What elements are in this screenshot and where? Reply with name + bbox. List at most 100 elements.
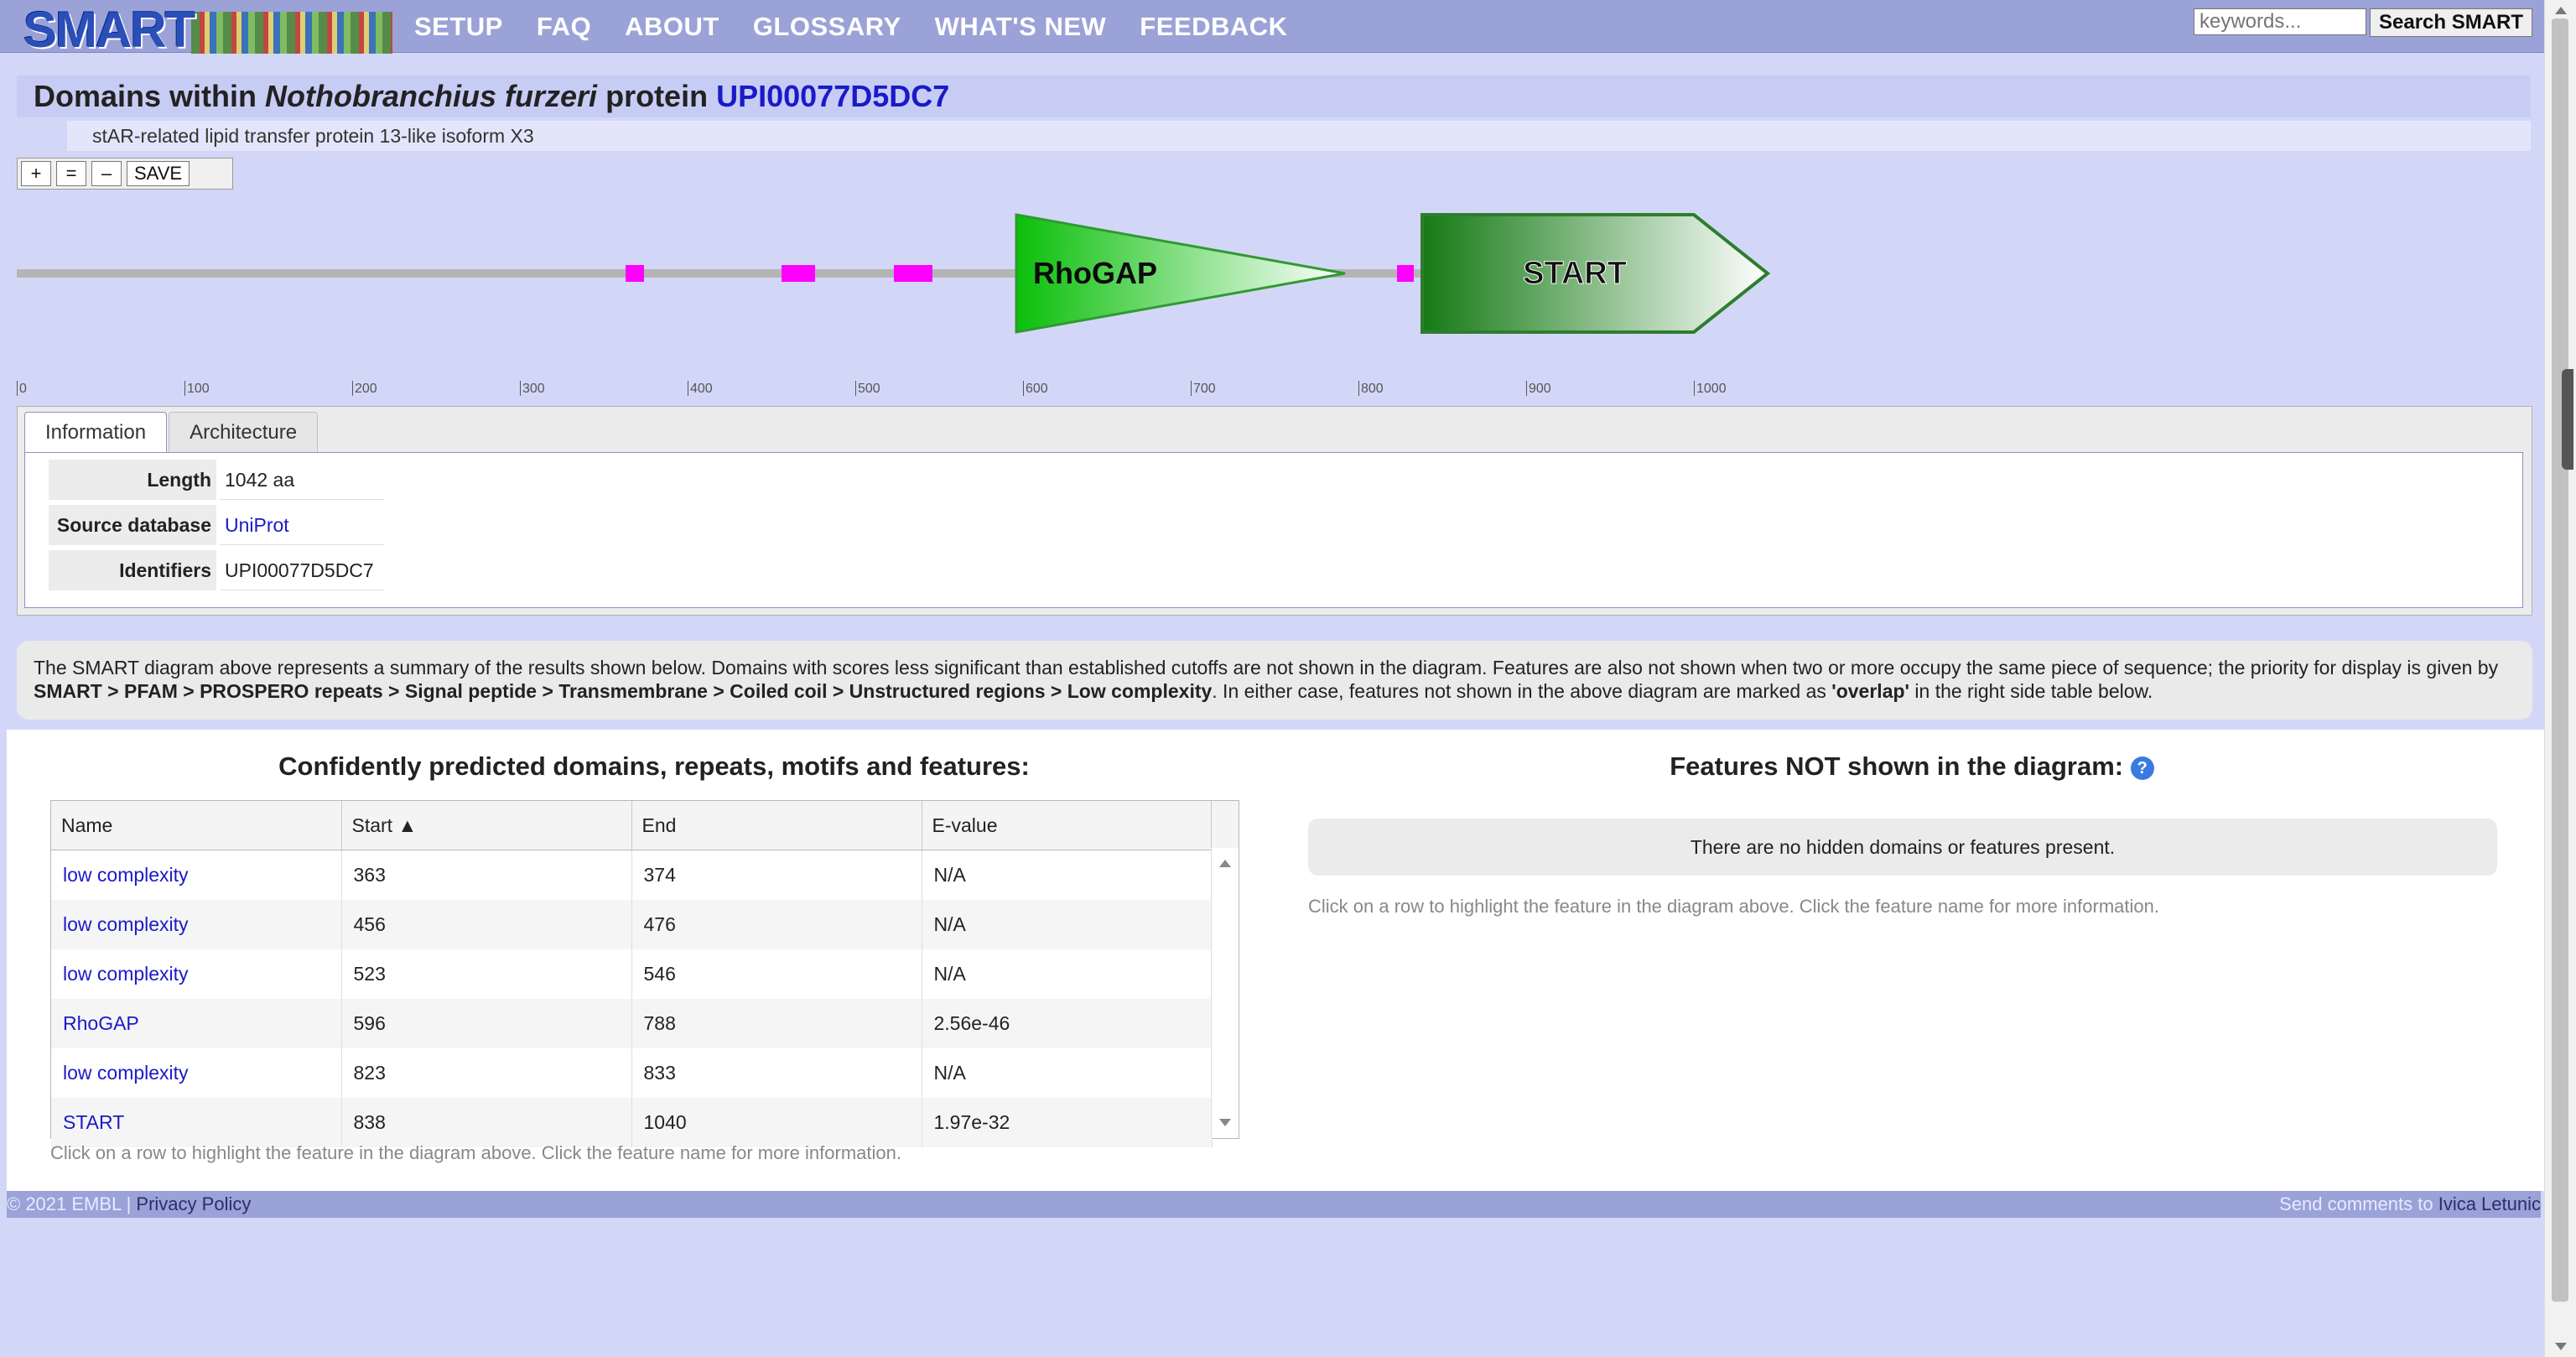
feature-name-link[interactable]: low complexity: [63, 1062, 189, 1084]
feature-end-cell: 1040: [631, 1098, 922, 1147]
protein-description: stAR-related lipid transfer protein 13-l…: [92, 125, 534, 147]
scale-tick-label: 0: [17, 381, 27, 396]
low-complexity-region[interactable]: [626, 265, 644, 282]
scale-tick-label: 200: [352, 381, 377, 396]
privacy-policy-link[interactable]: Privacy Policy: [136, 1193, 251, 1214]
logo-mosaic-image: [191, 12, 392, 54]
table-row[interactable]: low complexity 363 374 N/A: [51, 850, 1213, 900]
scale-tick-label: 100: [184, 381, 210, 396]
save-diagram-button[interactable]: SAVE: [127, 161, 190, 186]
feature-start-cell: 363: [341, 850, 632, 900]
side-widget-tab[interactable]: [2562, 369, 2573, 470]
scroll-up-arrow-icon[interactable]: [2555, 7, 2567, 14]
scroll-down-arrow-icon[interactable]: [2555, 1343, 2567, 1350]
scale-tick-label: 1000: [1694, 381, 1727, 396]
info-panel: Information Architecture Length 1042 aa …: [17, 406, 2532, 616]
zoom-reset-button[interactable]: =: [56, 161, 86, 186]
author-link[interactable]: Ivica Letunic: [2438, 1193, 2541, 1214]
footer-left: © 2021 EMBL | Privacy Policy: [7, 1193, 252, 1214]
note-text-3: in the right side table below.: [1909, 680, 2153, 702]
scale-tick-label: 600: [1023, 381, 1048, 396]
feature-name-cell: low complexity: [51, 949, 342, 999]
feature-start-cell: 823: [341, 1048, 632, 1098]
source-database-value: UniProt: [220, 505, 384, 545]
search-input[interactable]: [2194, 8, 2366, 35]
zoom-out-button[interactable]: –: [91, 161, 122, 186]
feature-start-cell: 596: [341, 999, 632, 1048]
smart-logo[interactable]: SMART: [23, 2, 392, 58]
feature-evalue-cell: N/A: [922, 1048, 1213, 1098]
rhogap-domain-label[interactable]: RhoGAP: [1033, 256, 1157, 290]
table-scroll-up-icon[interactable]: [1219, 860, 1231, 867]
domain-diagram-svg: RhoGAP START: [17, 213, 1771, 334]
column-header-evalue[interactable]: E-value: [922, 801, 1213, 850]
feature-end-cell: 788: [631, 999, 922, 1048]
feature-name-link[interactable]: low complexity: [63, 963, 189, 985]
comments-prefix: Send comments to: [2279, 1193, 2433, 1214]
top-navigation-bar: SMART SETUP FAQ ABOUT GLOSSARY WHAT'S NE…: [0, 0, 2544, 58]
identifiers-label: Identifiers: [49, 550, 216, 590]
table-row[interactable]: START 838 1040 1.97e-32: [51, 1098, 1213, 1147]
nav-setup[interactable]: SETUP: [414, 12, 503, 42]
note-priority: SMART > PFAM > PROSPERO repeats > Signal…: [34, 680, 1213, 702]
nav-glossary[interactable]: GLOSSARY: [753, 12, 901, 42]
help-icon[interactable]: ?: [2130, 756, 2154, 780]
scrollbar-thumb[interactable]: [2552, 18, 2568, 1302]
nav-whats-new[interactable]: WHAT'S NEW: [935, 12, 1107, 42]
feature-name-cell: RhoGAP: [51, 999, 342, 1048]
start-domain-label[interactable]: START: [1523, 256, 1628, 292]
nav-about[interactable]: ABOUT: [625, 12, 719, 42]
table-row[interactable]: low complexity 523 546 N/A: [51, 949, 1213, 999]
identifiers-value: UPI00077D5DC7: [220, 550, 384, 590]
low-complexity-region[interactable]: [894, 265, 932, 282]
column-header-name[interactable]: Name: [51, 801, 342, 850]
column-header-start[interactable]: Start ▲: [341, 801, 632, 850]
information-tab-content: Length 1042 aa Source database UniProt I…: [24, 452, 2523, 608]
feature-name-link[interactable]: RhoGAP: [63, 1012, 139, 1034]
features-table: Name Start ▲ End E-value low complexity …: [51, 801, 1213, 1147]
identifiers-row: Identifiers UPI00077D5DC7: [49, 550, 384, 590]
feature-name-link[interactable]: low complexity: [63, 864, 189, 886]
low-complexity-region[interactable]: [782, 265, 815, 282]
feature-name-link[interactable]: low complexity: [63, 913, 189, 935]
table-header-row: Name Start ▲ End E-value: [51, 801, 1213, 850]
scale-tick-label: 800: [1358, 381, 1384, 396]
logo-text: SMART: [23, 2, 195, 58]
page-scrollbar[interactable]: [2544, 0, 2576, 1357]
zoom-in-button[interactable]: +: [21, 161, 51, 186]
title-middle: protein: [605, 79, 709, 113]
table-row[interactable]: low complexity 823 833 N/A: [51, 1048, 1213, 1098]
feature-end-cell: 476: [631, 900, 922, 949]
scale-tick-label: 300: [520, 381, 545, 396]
table-hint: Click on a row to highlight the feature …: [50, 1142, 901, 1163]
scale-tick-label: 500: [855, 381, 880, 396]
copyright-text: © 2021 EMBL: [7, 1193, 122, 1214]
table-row[interactable]: RhoGAP 596 788 2.56e-46: [51, 999, 1213, 1048]
column-header-end[interactable]: End: [631, 801, 922, 850]
protein-id-link[interactable]: UPI00077D5DC7: [716, 79, 949, 113]
feature-start-cell: 523: [341, 949, 632, 999]
feature-name-link[interactable]: START: [63, 1111, 124, 1133]
feature-evalue-cell: N/A: [922, 949, 1213, 999]
no-hidden-features-message: There are no hidden domains or features …: [1308, 819, 2497, 876]
scale-tick-label: 400: [688, 381, 713, 396]
feature-name-cell: START: [51, 1098, 342, 1147]
table-scrollbar[interactable]: [1211, 848, 1239, 1138]
search-form: Search SMART: [2194, 8, 2533, 37]
search-button[interactable]: Search SMART: [2370, 8, 2533, 37]
uniprot-link[interactable]: UniProt: [225, 514, 289, 536]
tab-information[interactable]: Information: [24, 412, 168, 453]
features-table-container: Name Start ▲ End E-value low complexity …: [50, 800, 1239, 1147]
source-database-label: Source database: [49, 505, 216, 545]
table-row[interactable]: low complexity 456 476 N/A: [51, 900, 1213, 949]
diagram-explanation-note: The SMART diagram above represents a sum…: [17, 641, 2532, 720]
feature-start-cell: 456: [341, 900, 632, 949]
tab-architecture[interactable]: Architecture: [169, 412, 319, 453]
hidden-table-hint: Click on a row to highlight the feature …: [1308, 896, 2159, 917]
note-text-2: . In either case, features not shown in …: [1212, 680, 1832, 702]
table-scroll-down-icon[interactable]: [1219, 1119, 1231, 1126]
nav-faq[interactable]: FAQ: [537, 12, 591, 42]
feature-name-cell: low complexity: [51, 1048, 342, 1098]
low-complexity-region[interactable]: [1397, 265, 1414, 282]
nav-feedback[interactable]: FEEDBACK: [1140, 12, 1287, 42]
